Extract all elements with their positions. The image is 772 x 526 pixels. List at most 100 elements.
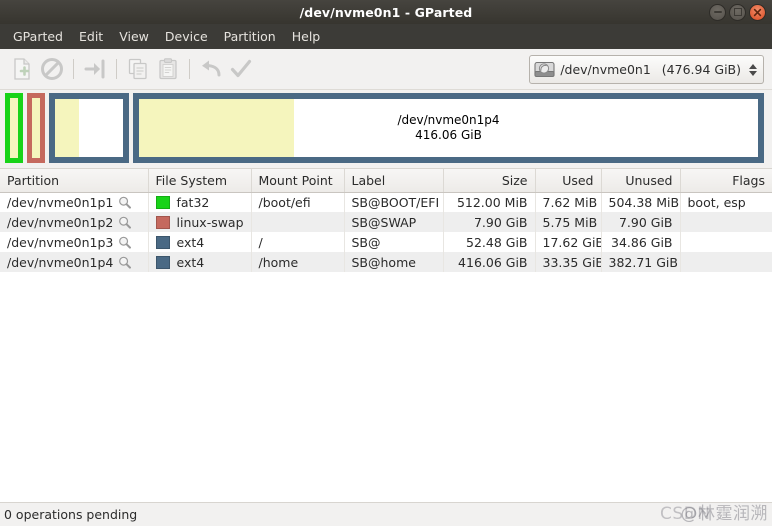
column-header-filesystem[interactable]: File System xyxy=(148,169,252,193)
maximize-icon xyxy=(733,7,742,16)
cell-flags xyxy=(680,252,772,272)
window-title: /dev/nvme0n1 - GParted xyxy=(299,4,473,20)
cell-flags: boot, esp xyxy=(687,194,746,210)
delete-partition-icon xyxy=(41,58,63,80)
gparted-window: /dev/nvme0n1 - GParted GParted Edit View… xyxy=(0,0,772,526)
cell-partition: /dev/nvme0n1p3 xyxy=(0,232,149,252)
cell-used: 17.62 GiB xyxy=(535,232,602,252)
table-row[interactable]: /dev/nvme0n1p1 fat32 /boot/efi SB@BOOT/E… xyxy=(0,192,772,212)
undo-icon xyxy=(202,60,221,77)
table-header: Partition File System Mount Point Label … xyxy=(0,169,772,193)
copy-button[interactable] xyxy=(123,54,153,84)
cell-label: SB@BOOT/EFI xyxy=(344,192,444,212)
close-button[interactable] xyxy=(749,3,766,21)
cell-size: 416.06 GiB xyxy=(443,252,536,272)
used-fill xyxy=(10,98,18,158)
column-header-partition[interactable]: Partition xyxy=(0,169,149,193)
resize-move-button[interactable] xyxy=(80,54,110,84)
cell-filesystem: ext4 xyxy=(148,252,252,272)
menu-item-edit[interactable]: Edit xyxy=(71,26,111,47)
cell-size: 512.00 MiB xyxy=(443,192,536,212)
cell-partition: /dev/nvme0n1p4 xyxy=(0,252,149,272)
table-row[interactable]: /dev/nvme0n1p2 linux-swap SB@SWAP 7.90 G… xyxy=(0,212,772,232)
filesystem-name: ext4 xyxy=(176,254,205,270)
column-header-used[interactable]: Used xyxy=(535,169,602,193)
toolbar-separator-2 xyxy=(116,59,117,79)
cell-flags xyxy=(680,212,772,232)
column-header-unused[interactable]: Unused xyxy=(601,169,681,193)
cell-mountpoint: / xyxy=(251,232,345,252)
status-bar: 0 operations pending xyxy=(0,502,772,526)
filesystem-color-swatch xyxy=(155,215,170,229)
used-fill xyxy=(55,99,79,157)
device-selector[interactable]: /dev/nvme0n1 (476.94 GiB) xyxy=(529,55,764,84)
cell-unused: 504.38 MiB xyxy=(601,192,681,212)
cell-unused: 7.90 GiB xyxy=(601,212,681,232)
device-size: (476.94 GiB) xyxy=(661,62,741,77)
partition-graphic-nvme0n1p4[interactable]: /dev/nvme0n1p4 416.06 GiB xyxy=(133,93,764,163)
paste-icon xyxy=(159,58,177,80)
maximize-button[interactable] xyxy=(729,3,746,21)
status-text: 0 operations pending xyxy=(4,507,138,522)
title-bar: /dev/nvme0n1 - GParted xyxy=(0,0,772,24)
column-header-size[interactable]: Size xyxy=(443,169,536,193)
partition-name: /dev/nvme0n1p2 xyxy=(7,214,114,230)
paste-button[interactable] xyxy=(153,54,183,84)
table-row[interactable]: /dev/nvme0n1p3 ext4 / SB@ 52.48 GiB 17.6… xyxy=(0,232,772,252)
cell-label: SB@SWAP xyxy=(344,212,444,232)
partition-graphic-label: /dev/nvme0n1p4 416.06 GiB xyxy=(397,113,499,143)
column-header-flags[interactable]: Flags xyxy=(680,169,772,193)
new-partition-button[interactable] xyxy=(7,54,37,84)
window-controls xyxy=(709,0,766,24)
used-fill xyxy=(139,99,294,157)
graphic-partition-name: /dev/nvme0n1p4 xyxy=(397,113,500,127)
partition-graphic-nvme0n1p3[interactable] xyxy=(49,93,129,163)
magnifier-icon[interactable] xyxy=(118,216,132,229)
column-header-label[interactable]: Label xyxy=(344,169,444,193)
cell-used: 5.75 MiB xyxy=(535,212,602,232)
cell-filesystem: linux-swap xyxy=(148,212,252,232)
menu-item-help[interactable]: Help xyxy=(284,26,329,47)
graphic-partition-size: 416.06 GiB xyxy=(415,128,482,142)
filesystem-color-swatch xyxy=(155,235,170,249)
column-header-mountpoint[interactable]: Mount Point xyxy=(251,169,345,193)
magnifier-icon[interactable] xyxy=(118,196,132,209)
partition-graphic-nvme0n1p2[interactable] xyxy=(27,93,45,163)
apply-button[interactable] xyxy=(226,54,256,84)
delete-partition-button[interactable] xyxy=(37,54,67,84)
menu-item-view[interactable]: View xyxy=(111,26,157,47)
menu-item-gparted[interactable]: GParted xyxy=(5,26,71,47)
apply-icon xyxy=(230,59,252,78)
filesystem-color-swatch xyxy=(155,255,170,269)
cell-size: 52.48 GiB xyxy=(443,232,536,252)
filesystem-color-swatch xyxy=(155,195,170,209)
undo-button[interactable] xyxy=(196,54,226,84)
close-icon xyxy=(753,8,762,16)
cell-partition: /dev/nvme0n1p2 xyxy=(0,212,149,232)
cell-unused: 382.71 GiB xyxy=(601,252,681,272)
minimize-icon xyxy=(713,10,722,13)
partition-table-container: Partition File System Mount Point Label … xyxy=(0,169,772,502)
minimize-button[interactable] xyxy=(709,3,726,21)
magnifier-icon[interactable] xyxy=(118,236,132,249)
magnifier-icon[interactable] xyxy=(118,256,132,269)
cell-unused: 34.86 GiB xyxy=(601,232,681,252)
partition-graphic-nvme0n1p1[interactable] xyxy=(5,93,23,163)
cell-filesystem: fat32 xyxy=(148,192,252,212)
toolbar-separator-1 xyxy=(73,59,74,79)
cell-filesystem: ext4 xyxy=(148,232,252,252)
new-partition-icon xyxy=(14,58,30,80)
harddisk-icon xyxy=(534,60,555,79)
device-spinner[interactable] xyxy=(749,63,759,76)
filesystem-name: linux-swap xyxy=(176,214,244,230)
device-name: /dev/nvme0n1 xyxy=(560,62,651,77)
menu-item-partition[interactable]: Partition xyxy=(216,26,284,47)
resize-move-icon xyxy=(84,59,105,79)
table-body: /dev/nvme0n1p1 fat32 /boot/efi SB@BOOT/E… xyxy=(0,192,772,272)
menu-item-device[interactable]: Device xyxy=(157,26,216,47)
used-fill xyxy=(32,98,40,158)
table-row[interactable]: /dev/nvme0n1p4 ext4 /home SB@home 416.06… xyxy=(0,252,772,272)
filesystem-name: ext4 xyxy=(176,234,205,250)
copy-icon xyxy=(128,58,147,80)
cell-used: 33.35 GiB xyxy=(535,252,602,272)
